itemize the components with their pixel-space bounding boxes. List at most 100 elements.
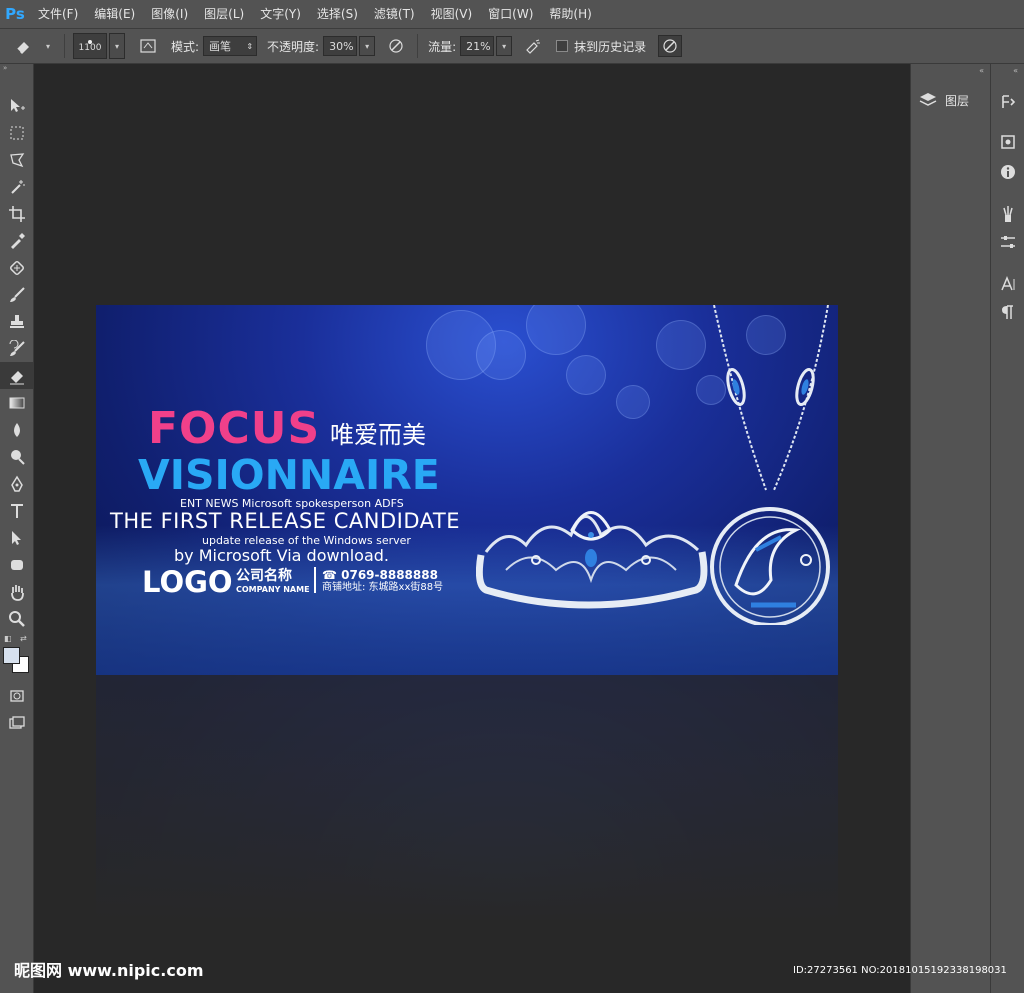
brush-presets-icon[interactable] xyxy=(991,200,1024,227)
menu-edit[interactable]: 编辑(E) xyxy=(86,0,143,28)
chinese-tagline: 唯爱而美 xyxy=(330,421,426,449)
collapse-strip-icon[interactable]: « xyxy=(1013,66,1018,75)
menu-window[interactable]: 窗口(W) xyxy=(480,0,541,28)
company-name-en: COMPANY NAME xyxy=(236,585,310,594)
gradient-tool-icon[interactable] xyxy=(0,389,34,416)
pressure-opacity-icon[interactable] xyxy=(383,35,409,57)
menu-bar: Ps 文件(F) 编辑(E) 图像(I) 图层(L) 文字(Y) 选择(S) 滤… xyxy=(0,0,1024,28)
flow-label: 流量: xyxy=(428,39,457,54)
brush-picker-dropdown[interactable]: ▾ xyxy=(109,33,125,59)
visionnaire-heading: VISIONNAIRE xyxy=(138,451,440,499)
updown-icon: ⇕ xyxy=(246,41,254,51)
swap-colors-icon[interactable]: ⇄ xyxy=(20,634,27,643)
airbrush-icon[interactable] xyxy=(520,35,546,57)
color-swatches: ◧ ⇄ xyxy=(0,632,33,682)
first-release-line: THE FIRST RELEASE CANDIDATE xyxy=(110,509,460,533)
dodge-tool-icon[interactable] xyxy=(0,443,34,470)
history-brush-tool-icon[interactable] xyxy=(0,335,34,362)
shop-address: 商铺地址: 东城路xx街88号 xyxy=(322,582,444,593)
separator xyxy=(417,34,419,58)
opacity-dropdown[interactable]: ▾ xyxy=(359,36,376,56)
necklace-image xyxy=(710,305,830,625)
quick-mask-icon[interactable] xyxy=(0,682,34,709)
paragraph-panel-icon[interactable] xyxy=(991,298,1024,325)
mode-label: 模式: xyxy=(171,39,200,54)
banner-document[interactable]: FOCUS 唯爱而美 VISIONNAIRE ENT NEWS Microsof… xyxy=(96,305,838,675)
type-tool-icon[interactable] xyxy=(0,497,34,524)
blur-tool-icon[interactable] xyxy=(0,416,34,443)
panel-dock: « 图层 xyxy=(910,64,990,993)
mode-select[interactable]: 画笔 ⇕ xyxy=(203,36,258,56)
hand-tool-icon[interactable] xyxy=(0,578,34,605)
flow-dropdown[interactable]: ▾ xyxy=(496,36,513,56)
rectangle-tool-icon[interactable] xyxy=(0,551,34,578)
menu-file[interactable]: 文件(F) xyxy=(30,0,86,28)
brush-panel-toggle-icon[interactable] xyxy=(135,35,161,57)
news-line: ENT NEWS Microsoft spokesperson ADFS xyxy=(180,497,404,510)
bokeh-light xyxy=(616,385,650,419)
pressure-size-icon[interactable] xyxy=(658,35,683,57)
bokeh-light xyxy=(476,330,526,380)
eyedropper-tool-icon[interactable] xyxy=(0,227,34,254)
tools-panel: » ◧ ⇄ xyxy=(0,64,34,993)
logo-text: LOGO xyxy=(142,565,233,599)
photoshop-window: Ps 文件(F) 编辑(E) 图像(I) 图层(L) 文字(Y) 选择(S) 滤… xyxy=(0,0,1024,993)
eraser-tool-icon[interactable] xyxy=(0,362,34,389)
opacity-input[interactable]: 30% xyxy=(323,36,358,56)
menu-view[interactable]: 视图(V) xyxy=(423,0,481,28)
layers-icon xyxy=(919,93,937,106)
focus-heading: FOCUS xyxy=(148,403,321,454)
menu-type[interactable]: 文字(Y) xyxy=(252,0,309,28)
collapse-panels-icon[interactable]: « xyxy=(979,66,984,75)
eraser-tool-preset-icon[interactable] xyxy=(8,35,38,57)
opacity-label: 不透明度: xyxy=(267,39,320,54)
menu-image[interactable]: 图像(I) xyxy=(143,0,196,28)
phone-number: ☎ 0769-8888888 xyxy=(322,568,438,582)
watermark-site: 昵图网 www.nipic.com xyxy=(14,961,204,980)
zoom-tool-icon[interactable] xyxy=(0,605,34,632)
brush-tool-icon[interactable] xyxy=(0,281,34,308)
menu-layer[interactable]: 图层(L) xyxy=(196,0,252,28)
panel-icons-strip: « xyxy=(990,64,1024,993)
clone-stamp-tool-icon[interactable] xyxy=(0,308,34,335)
pen-tool-icon[interactable] xyxy=(0,470,34,497)
bokeh-light xyxy=(526,305,586,355)
mode-value: 画笔 xyxy=(209,40,232,53)
erase-to-history-checkbox[interactable] xyxy=(556,40,569,52)
menu-filter[interactable]: 滤镜(T) xyxy=(366,0,423,28)
healing-brush-tool-icon[interactable] xyxy=(0,254,34,281)
update-line: update release of the Windows server xyxy=(202,534,411,547)
screen-mode-icon[interactable] xyxy=(0,709,34,736)
character-panel-icon[interactable] xyxy=(991,270,1024,297)
properties-panel-icon[interactable] xyxy=(991,128,1024,155)
separator xyxy=(64,34,65,58)
layers-panel-button[interactable]: 图层 xyxy=(919,88,969,112)
lasso-tool-icon[interactable] xyxy=(0,146,34,173)
by-line: by Microsoft Via download. xyxy=(174,546,389,565)
watermark-id: ID:27273561 NO:20181015192338198031 xyxy=(793,965,1007,976)
default-colors-icon[interactable]: ◧ xyxy=(4,634,12,643)
layers-label: 图层 xyxy=(945,93,970,108)
menu-help[interactable]: 帮助(H) xyxy=(541,0,599,28)
options-bar: ▾ 1100 ▾ 模式: 画笔 ⇕ 不透明度: 30% ▾ 流量: 21% ▾ … xyxy=(0,28,1024,64)
marquee-tool-icon[interactable] xyxy=(0,119,34,146)
crop-tool-icon[interactable] xyxy=(0,200,34,227)
chevron-down-icon[interactable]: ▾ xyxy=(40,36,56,56)
brush-size-picker[interactable]: 1100 xyxy=(73,33,107,59)
adjustments-panel-icon[interactable] xyxy=(991,228,1024,255)
magic-wand-tool-icon[interactable] xyxy=(0,173,34,200)
menu-select[interactable]: 选择(S) xyxy=(309,0,366,28)
path-selection-tool-icon[interactable] xyxy=(0,524,34,551)
history-panel-icon[interactable] xyxy=(991,88,1024,115)
tiara-image xyxy=(476,511,708,609)
bokeh-light xyxy=(566,355,606,395)
info-panel-icon[interactable] xyxy=(991,158,1024,185)
erase-to-history-label: 抹到历史记录 xyxy=(574,39,647,54)
reflection-fade xyxy=(96,675,838,925)
app-logo: Ps xyxy=(5,5,25,23)
collapse-toolbar-icon[interactable]: » xyxy=(0,64,33,72)
move-tool-icon[interactable] xyxy=(0,92,34,119)
foreground-color-swatch[interactable] xyxy=(3,647,20,664)
flow-input[interactable]: 21% xyxy=(460,36,495,56)
company-name-cn: 公司名称 xyxy=(236,568,292,584)
